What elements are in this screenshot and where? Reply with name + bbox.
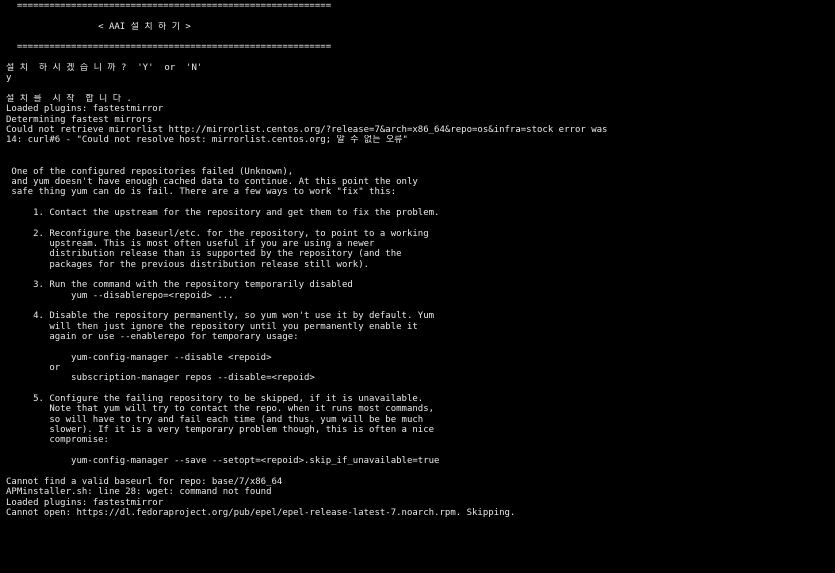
terminal-line: 5. Configure the failing repository to b… xyxy=(6,394,424,405)
terminal-line: 설 치 를 시 작 합 니 다 . xyxy=(6,94,132,105)
terminal-window[interactable]: ========================================… xyxy=(0,0,835,573)
terminal-line: Loaded plugins: fastestmirror xyxy=(6,104,164,115)
terminal-line: 1. Contact the upstream for the reposito… xyxy=(6,207,440,218)
terminal-line: yum --disablerepo=<repoid> ... xyxy=(6,290,234,301)
terminal-line: will then just ignore the repository unt… xyxy=(6,321,418,332)
terminal-line: yum-config-manager --disable <repoid> xyxy=(6,352,272,363)
terminal-line: safe thing yum can do is fail. There are… xyxy=(6,187,397,198)
terminal-line: Cannot find a valid baseurl for repo: ba… xyxy=(6,476,283,487)
terminal-line: Note that yum will try to contact the re… xyxy=(6,404,435,415)
terminal-line: Loaded plugins: fastestmirror xyxy=(6,497,164,508)
terminal-line: Cannot open: https://dl.fedoraproject.or… xyxy=(6,507,516,518)
terminal-line: so will have to try and fail each time (… xyxy=(6,414,424,425)
terminal-line: slower). If it is a very temporary probl… xyxy=(6,425,435,436)
terminal-line: 14: curl#6 - "Could not resolve host: mi… xyxy=(6,135,408,146)
terminal-line: APMinstaller.sh: line 28: wget: command … xyxy=(6,487,272,498)
terminal-output: ========================================… xyxy=(6,1,835,518)
terminal-line: 설 치 하 시 겠 습 니 까 ? 'Y' or 'N' xyxy=(6,63,203,74)
terminal-line: and yum doesn't have enough cached data … xyxy=(6,176,418,187)
terminal-line: compromise: xyxy=(6,435,109,446)
terminal-line: ========================================… xyxy=(6,42,332,53)
terminal-line: distribution release than is supported b… xyxy=(6,249,402,260)
terminal-line: yum-config-manager --save --setopt=<repo… xyxy=(6,456,440,467)
terminal-line: Determining fastest mirrors xyxy=(6,114,153,125)
terminal-line: Could not retrieve mirrorlist http://mir… xyxy=(6,125,608,136)
terminal-line: upstream. This is most often useful if y… xyxy=(6,238,375,249)
terminal-line: One of the configured repositories faile… xyxy=(6,166,294,177)
terminal-line: 3. Run the command with the repository t… xyxy=(6,280,353,291)
terminal-line: or xyxy=(6,363,61,374)
terminal-line: ========================================… xyxy=(6,1,332,11)
terminal-line: 4. Disable the repository permanently, s… xyxy=(6,311,435,322)
terminal-line: < AAI 설 치 하 기 > xyxy=(6,21,191,32)
terminal-line: again or use --enablerepo for temporary … xyxy=(6,332,299,342)
terminal-line: subscription-manager repos --disable=<re… xyxy=(6,373,315,384)
terminal-line: y xyxy=(6,73,12,84)
terminal-line: packages for the previous distribution r… xyxy=(6,259,370,270)
terminal-line: 2. Reconfigure the baseurl/etc. for the … xyxy=(6,228,429,239)
